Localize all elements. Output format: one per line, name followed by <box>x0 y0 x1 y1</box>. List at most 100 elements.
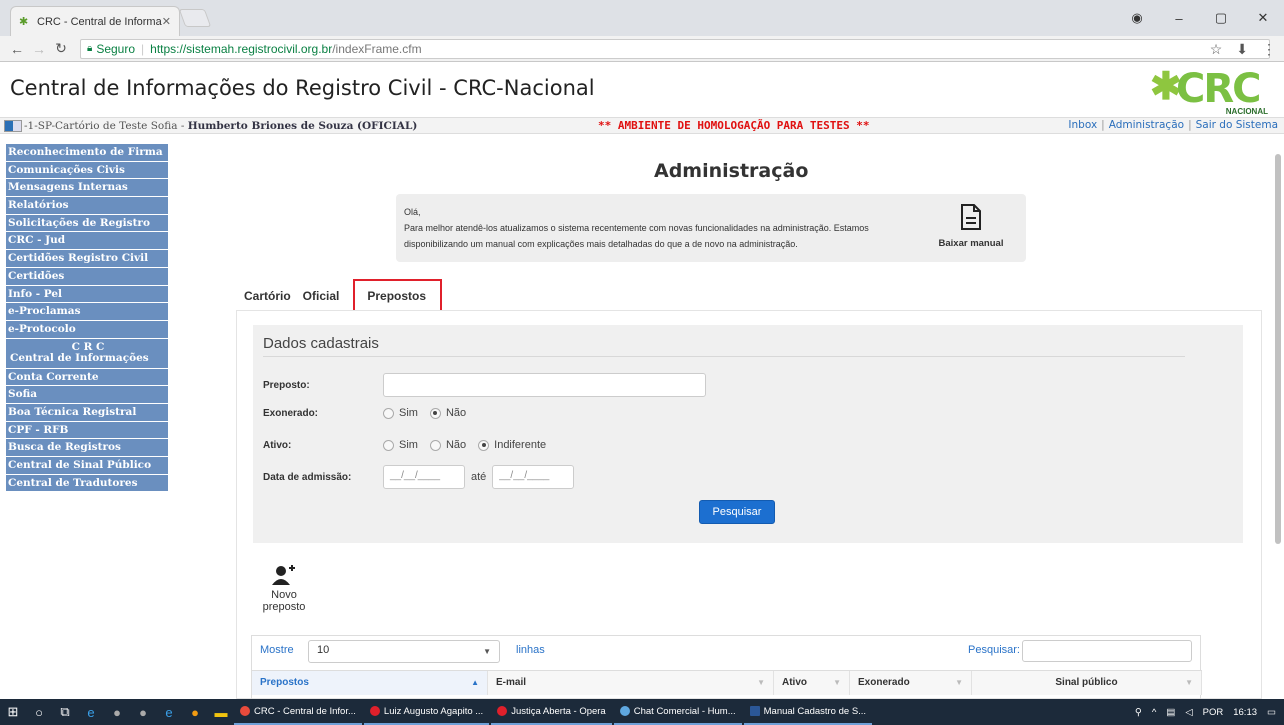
menu-item-certidoes-registro[interactable]: Certidões Registro Civil <box>6 250 168 268</box>
preposto-label: Preposto: <box>263 379 310 391</box>
col-email[interactable]: E-mail ▼ <box>488 671 774 695</box>
forward-icon[interactable]: → <box>28 41 50 57</box>
top-links: Inbox | Administração | Sair do Sistema <box>1068 119 1278 131</box>
menu-item-eproclamas[interactable]: e-Proclamas <box>6 303 168 321</box>
menu-item-eprotocolo[interactable]: e-Protocolo <box>6 320 168 339</box>
exonerado-nao-radio[interactable]: Não <box>429 407 466 419</box>
notice-line1: Para melhor atendê-los atualizamos o sis… <box>404 223 869 233</box>
people-icon[interactable]: ⚲ <box>1135 707 1142 718</box>
menu-item-comunicacoes[interactable]: Comunicações Civis <box>6 161 168 180</box>
address-bar: ← → ↻ 🔒︎ Seguro | https://sistemah.regis… <box>0 36 1284 62</box>
menu-item-boa-tecnica[interactable]: Boa Técnica Registral <box>6 403 168 422</box>
user-info: -1-SP-Cartório de Teste Sofia - Humberto… <box>24 120 417 132</box>
language-indicator[interactable]: POR <box>1203 707 1224 718</box>
maximize-icon[interactable]: ▢ <box>1200 10 1242 26</box>
taskbar-app-opera-1[interactable]: Luiz Augusto Agapito ... <box>363 699 490 725</box>
notification-icon[interactable]: ▭ <box>1267 707 1276 718</box>
windows-start-icon[interactable]: ⊞ <box>0 699 26 725</box>
bookmark-star-icon[interactable]: ☆ <box>1210 41 1223 58</box>
tray-up-icon[interactable]: ^ <box>1152 707 1156 718</box>
ate-label: até <box>471 471 487 483</box>
browser-tab[interactable]: ✱ CRC - Central de Informa ✕ <box>10 6 180 36</box>
menu-item-certidoes[interactable]: Certidões <box>6 267 168 286</box>
menu-item-info-pel[interactable]: Info - Pel <box>6 285 168 304</box>
menu-item-sinal-publico[interactable]: Central de Sinal Público <box>6 457 168 475</box>
taskbar-app-chrome[interactable]: CRC - Central de Infor... <box>234 699 362 725</box>
menu-item-cpf-rfb[interactable]: CPF - RFB <box>6 421 168 440</box>
menu-item-relatorios[interactable]: Relatórios <box>6 197 168 215</box>
admissao-end-input[interactable]: __/__/____ <box>492 465 575 489</box>
table-search-input[interactable] <box>1022 640 1192 662</box>
col-prepostos[interactable]: Prepostos ▲ <box>252 671 488 695</box>
menu-item-tradutores[interactable]: Central de Tradutores <box>6 474 168 493</box>
url-path: /indexFrame.cfm <box>332 41 422 56</box>
col-exonerado[interactable]: Exonerado ▼ <box>850 671 972 695</box>
edge-icon[interactable]: e <box>156 699 182 725</box>
download-manual-button[interactable]: Baixar manual <box>936 204 1006 252</box>
new-tab-button[interactable] <box>178 9 212 27</box>
clock[interactable]: 16:13 <box>1233 707 1257 718</box>
app-icon[interactable]: ● <box>104 699 130 725</box>
col-sinal-publico[interactable]: Sinal público ▼ <box>972 671 1202 695</box>
download-icon[interactable]: ⬇ <box>1236 41 1248 58</box>
user-name: Humberto Briones de Souza (OFICIAL) <box>187 119 418 132</box>
sort-icon: ▼ <box>1185 678 1193 687</box>
menu-item-crc-central[interactable]: C R C Central de Informações <box>6 338 168 369</box>
menu-item-crc-jud[interactable]: CRC - Jud <box>6 232 168 251</box>
menu-item-solicitacoes[interactable]: Solicitações de Registro <box>6 214 168 233</box>
ativo-nao-radio[interactable]: Não <box>429 439 466 451</box>
browser-menu-icon[interactable]: ⋮ <box>1262 41 1276 58</box>
menu-item-sofia[interactable]: Sofia <box>6 386 168 404</box>
exonerado-sim-radio[interactable]: Sim <box>383 407 418 419</box>
prepostos-panel: Dados cadastrais Preposto: Exonerado: Si… <box>236 310 1262 705</box>
table-search-label: Pesquisar: <box>968 644 1020 656</box>
logo-subtext: NACIONAL <box>1225 107 1268 116</box>
file-explorer-icon[interactable]: ▬ <box>208 699 234 725</box>
preposto-input[interactable] <box>383 373 706 397</box>
page-size-select[interactable]: 10 ▼ <box>308 640 500 663</box>
network-icon[interactable]: ▤ <box>1166 707 1175 718</box>
taskbar-app-opera-2[interactable]: Justiça Aberta - Opera <box>491 699 612 725</box>
minimize-icon[interactable]: – <box>1158 11 1200 26</box>
ie-icon[interactable]: e <box>78 699 104 725</box>
taskbar-app-chat[interactable]: Chat Comercial - Hum... <box>613 699 742 725</box>
sort-asc-icon: ▲ <box>471 678 479 687</box>
sort-icon: ▼ <box>955 678 963 687</box>
reload-icon[interactable]: ↻ <box>50 40 72 57</box>
profile-icon[interactable]: ◉ <box>1116 10 1158 26</box>
search-button[interactable]: Pesquisar <box>699 500 775 524</box>
tab-title: CRC - Central de Informa <box>37 15 162 28</box>
close-tab-icon[interactable]: ✕ <box>162 15 171 28</box>
admin-link[interactable]: Administração <box>1109 119 1184 131</box>
task-view-icon[interactable]: ⧉ <box>52 699 78 725</box>
scrollbar-thumb[interactable] <box>1275 154 1281 544</box>
new-preposto-button[interactable]: Novo preposto <box>251 565 317 613</box>
firefox-icon[interactable]: ● <box>182 699 208 725</box>
volume-icon[interactable]: ◁ <box>1185 707 1192 718</box>
search-icon[interactable]: ○ <box>26 699 52 725</box>
app-icon-2[interactable]: ● <box>130 699 156 725</box>
ativo-sim-radio[interactable]: Sim <box>383 439 418 451</box>
menu-item-busca-registros[interactable]: Busca de Registros <box>6 439 168 457</box>
close-window-icon[interactable]: ✕ <box>1242 10 1284 26</box>
search-form: Dados cadastrais Preposto: Exonerado: Si… <box>253 325 1243 543</box>
page-scrollbar[interactable] <box>1274 144 1282 699</box>
menu-item-mensagens[interactable]: Mensagens Internas <box>6 179 168 198</box>
ativo-label: Ativo: <box>263 439 292 451</box>
window-controls: ◉ – ▢ ✕ <box>1116 0 1284 36</box>
logout-link[interactable]: Sair do Sistema <box>1196 119 1278 131</box>
ativo-indiferente-radio[interactable]: Indiferente <box>478 439 546 451</box>
inbox-link[interactable]: Inbox <box>1068 119 1097 131</box>
rows-label: linhas <box>516 644 545 656</box>
taskbar-app-word[interactable]: Manual Cadastro de S... <box>743 699 873 725</box>
url-input[interactable]: 🔒︎ Seguro | https://sistemah.registrociv… <box>80 38 1270 59</box>
admissao-start-input[interactable]: __/__/____ <box>383 465 465 489</box>
form-heading: Dados cadastrais <box>263 335 1185 357</box>
menu-item-conta-corrente[interactable]: Conta Corrente <box>6 368 168 387</box>
sort-icon: ▼ <box>833 678 841 687</box>
download-manual-label: Baixar manual <box>938 238 1004 249</box>
menu-item-reconhecimento[interactable]: Reconhecimento de Firma <box>6 144 168 162</box>
col-ativo[interactable]: Ativo ▼ <box>774 671 850 695</box>
back-icon[interactable]: ← <box>6 41 28 57</box>
main-content: Administração Olá, Para melhor atendê-lo… <box>170 144 1274 705</box>
